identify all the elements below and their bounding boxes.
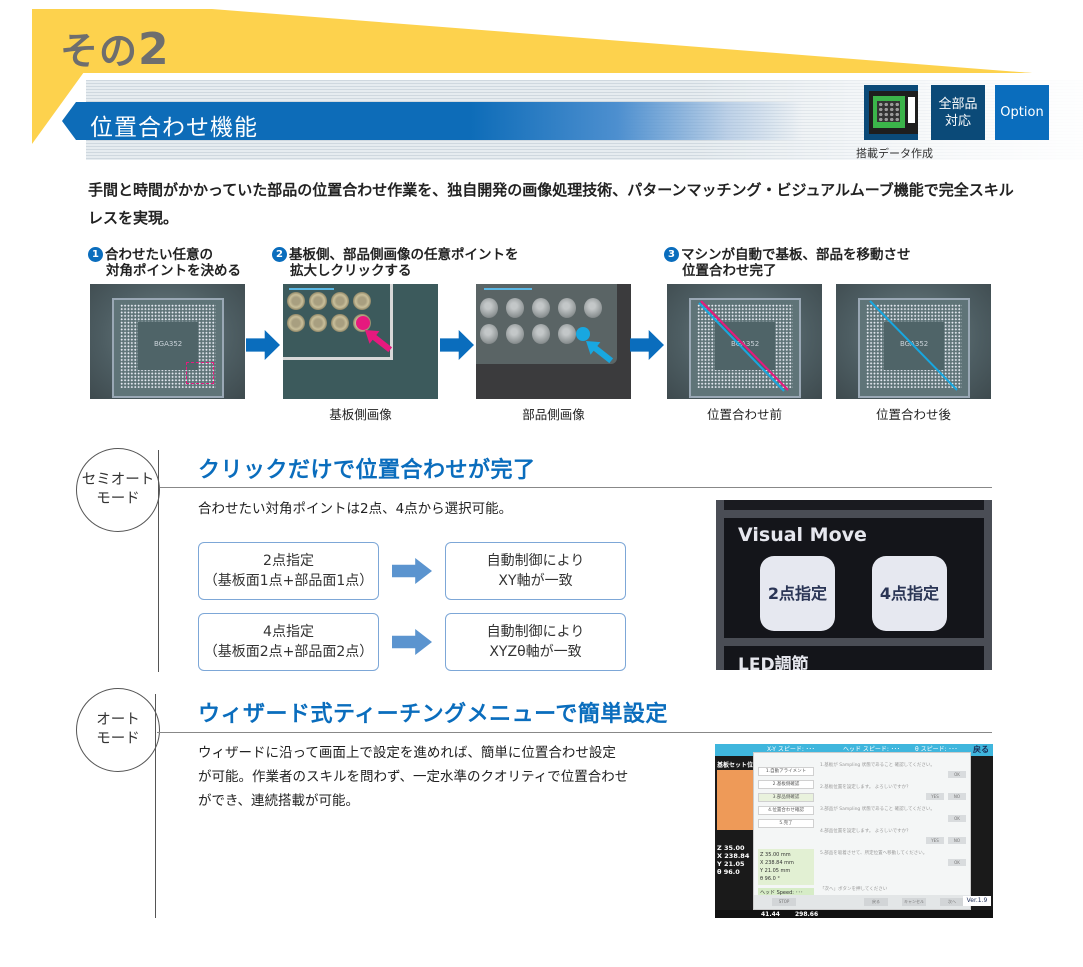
board-side-image <box>283 284 438 399</box>
photo-caption: 位置合わせ後 <box>875 407 951 422</box>
part-side-image <box>476 284 631 399</box>
prev-button[interactable]: 戻る <box>864 898 888 906</box>
chip-overview-image: BGA352 <box>90 284 245 399</box>
step-number-badge: 2 <box>272 247 287 262</box>
ok-button[interactable]: OK <box>948 771 966 778</box>
four-point-button[interactable]: 4点指定 <box>872 556 947 631</box>
wizard-footer: STOP 戻る キャンセル 次へ <box>754 895 970 909</box>
visual-move-title: Visual Move <box>738 524 867 546</box>
yes-button[interactable]: YES <box>926 837 944 844</box>
flow-box-2point: 2点指定 （基板面1点+部品面1点） <box>198 542 379 600</box>
after-alignment-image: BGA352 <box>836 284 991 399</box>
yes-button[interactable]: YES <box>926 793 944 800</box>
step-1: 1 合わせたい任意の 対角ポイントを決める <box>88 247 241 279</box>
semi-auto-description: 合わせたい対角ポイントは2点、4点から選択可能。 <box>198 501 513 517</box>
no-button[interactable]: NO <box>948 837 966 844</box>
section-number: その2 <box>60 24 170 75</box>
stop-button[interactable]: STOP <box>772 898 796 906</box>
bottom-readout: 41.44 298.66 <box>715 910 993 918</box>
position-values: Z 35.00 mm X 238.84 mm Y 21.05 mm θ 96.0 ° <box>758 849 814 885</box>
back-button[interactable]: 戻る <box>973 744 989 756</box>
photo-caption: 基板側画像 <box>329 407 392 422</box>
intro-text: 手間と時間がかかっていた部品の位置合わせ作業を、独自開発の画像処理技術、パターン… <box>88 181 1014 227</box>
wizard-questions: 1.基板が Sampling 状態であること 確認してください。 OK 2.基板位… <box>820 763 968 893</box>
page-title: 位置合わせ機能 <box>90 115 258 141</box>
flow-arrow-icon <box>392 558 432 584</box>
alignment-diagonal <box>698 300 789 392</box>
option-badge: Option <box>995 85 1049 140</box>
semi-auto-title: クリックだけで位置合わせが完了 <box>198 458 536 483</box>
flow-box-4point: 4点指定 （基板面2点+部品面2点） <box>198 613 379 671</box>
step-number-badge: 3 <box>664 247 679 262</box>
step-2: 2 基板側、部品側画像の任意ポイントを 拡大しクリックする <box>272 247 519 279</box>
visual-move-panel: Visual Move 2点指定 4点指定 LED調節 <box>716 500 992 670</box>
step-3: 3 マシンが自動で基板、部品を移動させ 位置合わせ完了 <box>664 247 911 279</box>
next-button[interactable]: 次へ <box>940 898 964 906</box>
auto-mode-label: オート モード <box>76 688 160 772</box>
alignment-diagonal <box>869 300 958 391</box>
section-band <box>32 9 1032 73</box>
photo-caption: 位置合わせ前 <box>706 407 782 422</box>
wizard-dialog: 1.自動アライメント 2.基板側確認 3.部品側確認 4.位置合わせ確認 5.完… <box>753 752 971 910</box>
coordinate-readout: Z 35.00 X 238.84 Y 21.05 θ 96.0 <box>717 844 750 876</box>
flow-result-xy: 自動制御により XY軸が一致 <box>445 542 626 600</box>
arrow-right-icon <box>440 330 474 360</box>
auto-title: ウィザード式ティーチングメニューで簡単設定 <box>198 702 668 727</box>
wizard-steps: 1.自動アライメント 2.基板側確認 3.部品側確認 4.位置合わせ確認 5.完… <box>758 767 814 832</box>
flow-result-xyz-theta: 自動制御により XYZθ軸が一致 <box>445 613 626 671</box>
placement-data-caption: 搭載データ作成 <box>856 147 933 160</box>
auto-description: ウィザードに沿って画面上で設定を進めれば、簡単に位置合わせ設定 が可能。作業者の… <box>198 745 629 809</box>
ok-button[interactable]: OK <box>948 859 966 866</box>
all-parts-badge: 全部品 対応 <box>931 85 985 140</box>
led-adjust-label: LED調節 <box>738 655 809 670</box>
flow-arrow-icon <box>392 629 432 655</box>
no-button[interactable]: NO <box>948 793 966 800</box>
placement-data-icon <box>864 85 918 140</box>
step-number-badge: 1 <box>88 247 103 262</box>
cancel-button[interactable]: キャンセル <box>902 898 926 906</box>
semi-auto-mode-label: セミオート モード <box>76 448 160 532</box>
arrow-right-icon <box>630 330 664 360</box>
before-alignment-image: BGA352 <box>667 284 822 399</box>
wizard-screen: X-Y スピード: ･･･ ヘッド スピード: ･･･ θ スピード: ･･･ … <box>715 744 993 918</box>
photo-caption: 部品側画像 <box>522 407 585 422</box>
two-point-button[interactable]: 2点指定 <box>760 556 835 631</box>
ok-button[interactable]: OK <box>948 815 966 822</box>
arrow-right-icon <box>246 330 280 360</box>
